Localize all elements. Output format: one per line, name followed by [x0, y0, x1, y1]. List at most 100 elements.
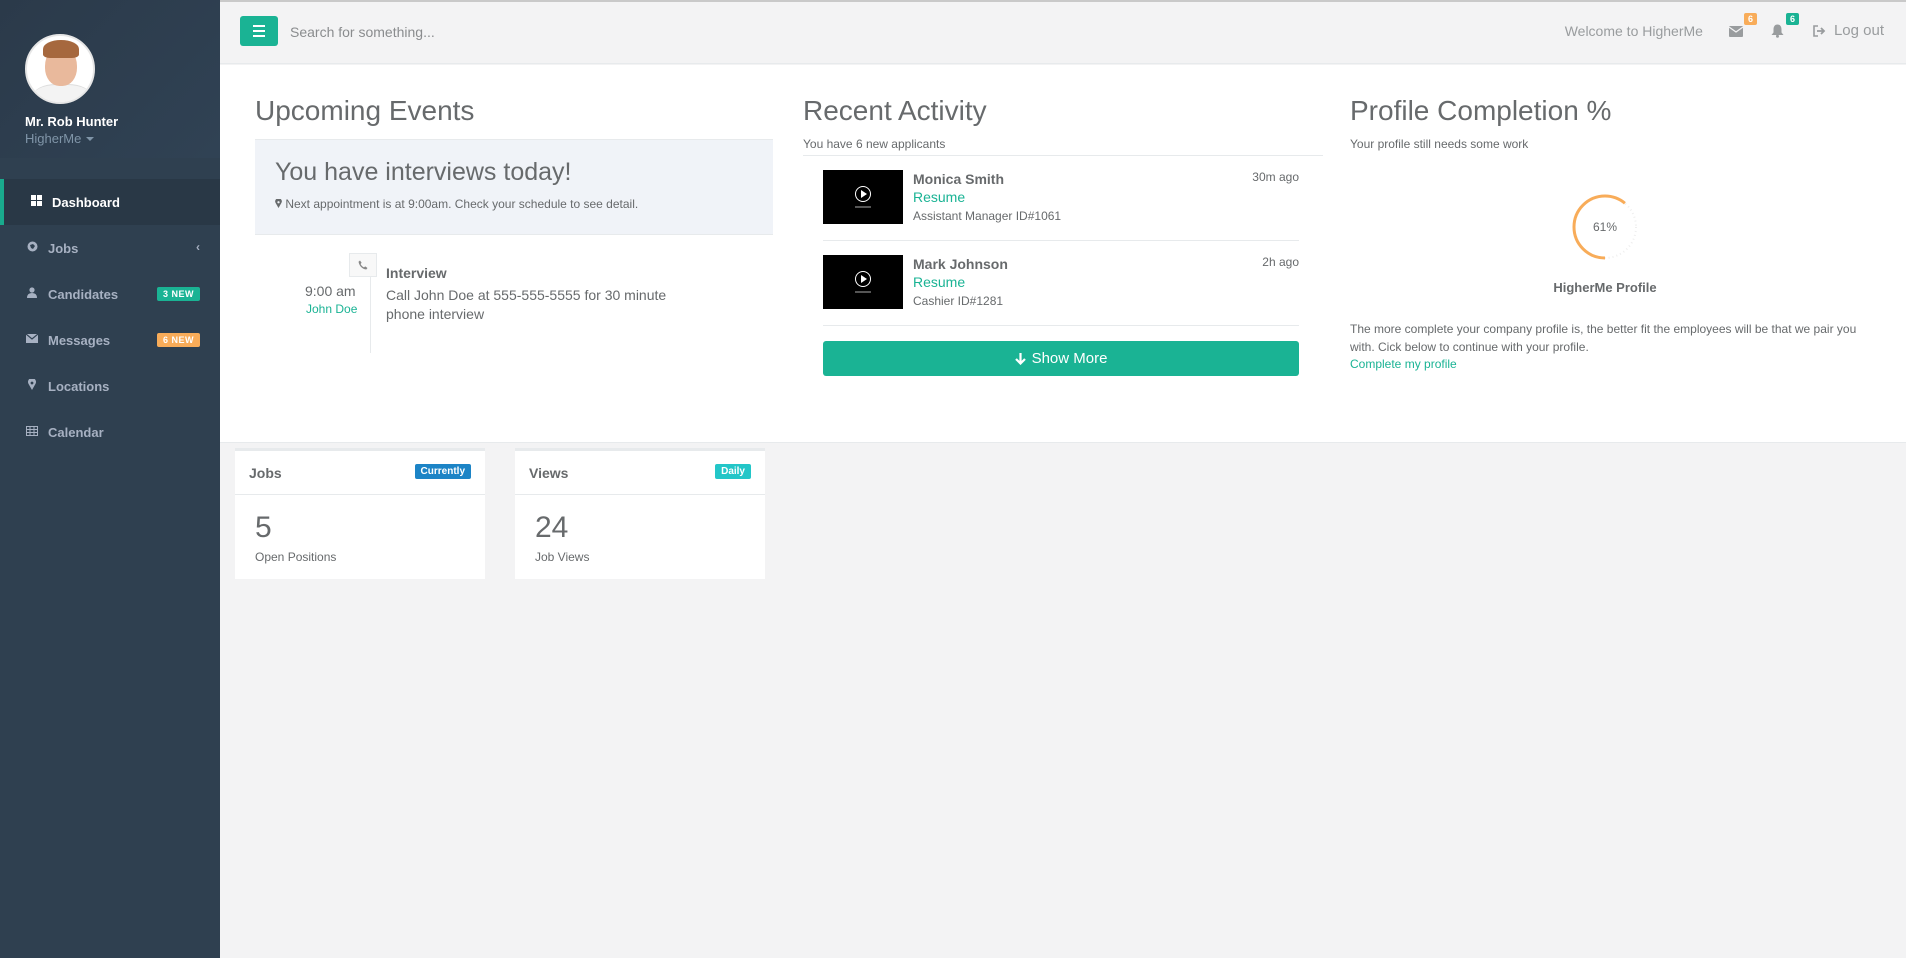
arrow-down-icon: [1014, 352, 1026, 365]
applicant-role: Assistant Manager ID#1061: [913, 209, 1062, 223]
top-right-controls: Welcome to HigherMe 6 6 Log out: [1564, 12, 1884, 39]
dashboard-content: Upcoming Events You have interviews toda…: [220, 65, 1906, 443]
banner-subtitle: Next appointment is at 9:00am. Check you…: [275, 197, 753, 211]
stat-value: 24: [535, 511, 569, 544]
bell-icon[interactable]: 6: [1771, 12, 1799, 39]
stat-title: Jobs: [249, 465, 282, 481]
banner-subtitle-text: Next appointment is at 9:00am. Check you…: [285, 197, 639, 211]
stat-card-header: Jobs Currently: [235, 451, 485, 495]
search-input[interactable]: [290, 20, 690, 44]
avatar-shirt: [33, 84, 91, 102]
event-timeline: 9:00 am John Doe Interview Call John Doe…: [255, 235, 773, 355]
jobs-stat-card: Jobs Currently 5 Open Positions: [235, 448, 485, 579]
menu-toggle-button[interactable]: [240, 16, 278, 46]
sidebar-item-label: Dashboard: [52, 194, 120, 210]
stat-card-header: Views Daily: [515, 451, 765, 495]
avatar-hair: [43, 40, 79, 58]
logout-link[interactable]: Log out: [1813, 22, 1884, 39]
sidebar-item-candidates[interactable]: Candidates 3 NEW: [0, 271, 220, 317]
completion-percent: 61%: [1592, 220, 1618, 234]
complete-profile-link[interactable]: Complete my profile: [1350, 357, 1457, 371]
sidebar-item-dashboard[interactable]: Dashboard: [0, 179, 220, 225]
user-icon: [25, 287, 39, 301]
map-marker-icon: [275, 198, 282, 208]
hamburger-icon-line: [253, 35, 265, 37]
applicant-role: Cashier ID#1281: [913, 294, 1004, 308]
envelope-icon: [25, 333, 39, 346]
sidebar: Mr. Rob Hunter HigherMe Dashboard Jobs ‹…: [0, 0, 220, 958]
resume-link[interactable]: Resume: [913, 274, 965, 290]
new-candidates-badge: 3 NEW: [156, 287, 200, 301]
show-more-label: Show More: [1031, 350, 1108, 367]
resume-link[interactable]: Resume: [913, 189, 965, 205]
profile-completion-subtitle: Your profile still needs some work: [1350, 137, 1529, 151]
recent-activity-title: Recent Activity: [803, 95, 987, 126]
sidebar-item-messages[interactable]: Messages 6 NEW: [0, 317, 220, 363]
chevron-left-icon: ‹: [196, 240, 200, 254]
welcome-text: Welcome to HigherMe: [1564, 22, 1703, 39]
stat-period-badge: Daily: [715, 464, 751, 479]
top-navbar: Welcome to HigherMe 6 6 Log out: [220, 0, 1906, 64]
sign-out-icon: [1813, 24, 1826, 37]
recent-activity-panel: Recent Activity You have 6 new applicant…: [803, 95, 1323, 376]
upcoming-events-panel: Upcoming Events You have interviews toda…: [255, 95, 773, 355]
hamburger-icon-line: [253, 25, 265, 27]
video-thumbnail[interactable]: [823, 170, 903, 224]
table-icon: [25, 425, 39, 439]
sidebar-item-label: Jobs: [48, 240, 79, 256]
applicant-name: Mark Johnson: [913, 256, 1008, 272]
sidebar-item-label: Locations: [48, 378, 110, 394]
applicant-item: Monica Smith Resume Assistant Manager ID…: [823, 156, 1299, 241]
sidebar-item-locations[interactable]: Locations: [0, 363, 220, 409]
video-caption-bar: [855, 291, 871, 293]
stat-label: Job Views: [535, 550, 590, 564]
sidebar-item-jobs[interactable]: Jobs ‹: [0, 225, 220, 271]
stat-label: Open Positions: [255, 550, 337, 564]
event-description: Call John Doe at 555-555-5555 for 30 min…: [386, 287, 667, 322]
profile-completion-panel: Profile Completion % Your profile still …: [1350, 95, 1870, 371]
banner-title: You have interviews today!: [275, 158, 572, 186]
video-thumbnail[interactable]: [823, 255, 903, 309]
play-icon: [855, 271, 871, 287]
play-icon: [855, 186, 871, 202]
applicant-time: 2h ago: [1262, 255, 1299, 269]
profile-completion-title: Profile Completion %: [1350, 95, 1612, 126]
completion-description: The more complete your company profile i…: [1350, 322, 1857, 354]
applicant-time: 30m ago: [1252, 170, 1299, 184]
sidebar-item-label: Calendar: [48, 424, 104, 440]
views-stat-card: Views Daily 24 Job Views: [515, 448, 765, 579]
company-dropdown[interactable]: HigherMe: [25, 131, 220, 146]
recent-activity-subtitle: You have 6 new applicants: [803, 137, 1323, 156]
event-person-link[interactable]: John Doe: [306, 302, 357, 316]
completion-gauge: 61%: [1570, 192, 1640, 262]
new-messages-badge: 6 NEW: [156, 333, 200, 347]
applicant-name: Monica Smith: [913, 171, 1005, 187]
show-more-button[interactable]: Show More: [823, 341, 1299, 376]
mail-count-badge: 6: [1743, 12, 1757, 25]
stat-period-badge: Currently: [414, 464, 471, 479]
gauge-title: HigherMe Profile: [1553, 280, 1657, 295]
video-caption-bar: [855, 206, 871, 208]
envelope-icon[interactable]: 6: [1728, 12, 1757, 39]
event-time: 9:00 am: [305, 283, 356, 299]
event-title: Interview: [386, 265, 447, 281]
notification-count-badge: 6: [1785, 12, 1799, 25]
dashboard-icon: [29, 195, 43, 209]
profile-name: Mr. Rob Hunter: [25, 114, 119, 129]
avatar[interactable]: [25, 34, 95, 104]
logout-label: Log out: [1833, 22, 1884, 39]
interviews-today-banner: You have interviews today! Next appointm…: [255, 139, 773, 235]
profile-header: Mr. Rob Hunter HigherMe: [0, 0, 220, 158]
phone-icon: [349, 253, 377, 277]
sidebar-item-calendar[interactable]: Calendar: [0, 409, 220, 455]
caret-down-icon: [86, 136, 95, 141]
upcoming-events-title: Upcoming Events: [255, 95, 475, 126]
stat-title: Views: [529, 465, 569, 481]
globe-icon: [25, 241, 39, 255]
company-name: HigherMe: [25, 131, 82, 146]
stat-value: 5: [255, 511, 272, 544]
applicant-item: Mark Johnson Resume Cashier ID#1281 2h a…: [823, 241, 1299, 326]
map-marker-icon: [25, 377, 39, 393]
sidebar-nav: Dashboard Jobs ‹ Candidates 3 NEW Messag…: [0, 179, 220, 455]
hamburger-icon-line: [253, 30, 265, 32]
